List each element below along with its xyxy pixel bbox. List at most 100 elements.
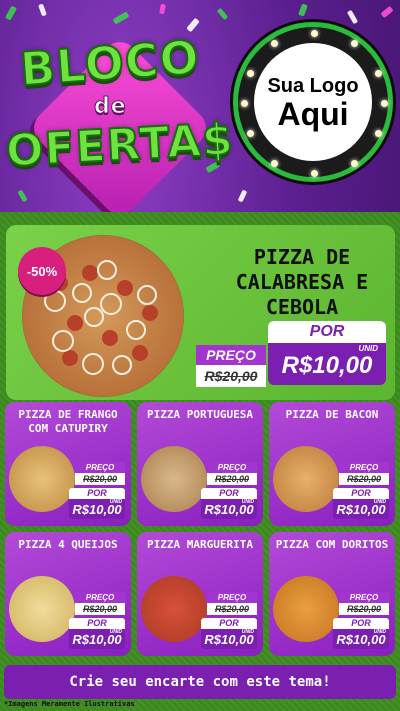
por-label: POR xyxy=(69,488,125,499)
title-block: BLOCO de OFERTA$ xyxy=(4,22,236,222)
old-price: R$20,00 xyxy=(75,473,125,485)
unid-label: UNID xyxy=(241,629,254,635)
bulb xyxy=(375,70,382,77)
flyer: BLOCO de OFERTA$ Sua Logo Aqui -50% PIZZ… xyxy=(0,0,400,711)
por-label: POR xyxy=(201,618,257,629)
discount-badge: -50% xyxy=(18,247,66,295)
logo-text-line-2: Aqui xyxy=(277,95,349,132)
pepperoni xyxy=(142,305,158,321)
onion-ring xyxy=(84,307,104,327)
title-line-1: BLOCO xyxy=(17,29,202,97)
bulb xyxy=(311,170,318,177)
preco-label: PREÇO xyxy=(339,462,389,473)
new-price: UNID R$10,00 xyxy=(333,629,389,649)
old-price-box: PREÇO R$20,00 xyxy=(207,592,257,615)
bulb xyxy=(247,130,254,137)
hero-old-price-box: PREÇO R$20,00 xyxy=(196,345,266,387)
unid-label: UNID xyxy=(109,499,122,505)
pizza-image xyxy=(141,446,207,512)
old-price: R$20,00 xyxy=(339,473,389,485)
pepperoni xyxy=(67,315,83,331)
old-price: R$20,00 xyxy=(339,603,389,615)
hero-product-name: PIZZA DE CALABRESA E CEBOLA xyxy=(235,245,369,319)
product-name: PIZZA DE FRANGO COM CATUPIRY xyxy=(18,408,118,435)
product-name: PIZZA DE BACON xyxy=(285,408,379,421)
pizza-image xyxy=(9,446,75,512)
new-price: UNID R$10,00 xyxy=(69,499,125,519)
unid-label: UNID xyxy=(358,344,378,353)
preco-label: PREÇO xyxy=(75,592,125,603)
new-price-box: POR UNID R$10,00 xyxy=(69,488,125,519)
unid-label: UNID xyxy=(373,499,386,505)
offers-panel: -50% PIZZA DE CALABRESA E CEBOLA PREÇO R… xyxy=(0,212,400,711)
product-card: PIZZA COM DORITOS PREÇO R$20,00 POR UNID… xyxy=(269,532,395,656)
product-card: PIZZA DE BACON PREÇO R$20,00 POR UNID R$… xyxy=(269,402,395,526)
new-price-box: POR UNID R$10,00 xyxy=(333,618,389,649)
disclaimer: *Imagens Meramente Ilustrativas xyxy=(4,700,135,708)
onion-ring xyxy=(112,355,132,375)
new-price: UNID R$10,00 xyxy=(201,499,257,519)
hero-offer: -50% PIZZA DE CALABRESA E CEBOLA PREÇO R… xyxy=(6,225,395,400)
pepperoni xyxy=(132,345,148,361)
onion-ring xyxy=(126,320,146,340)
bulb xyxy=(271,40,278,47)
por-label: POR xyxy=(333,618,389,629)
pizza-image xyxy=(273,576,339,642)
new-price: UNID R$10,00 xyxy=(333,499,389,519)
new-price: UNID R$10,00 xyxy=(201,629,257,649)
onion-ring xyxy=(97,260,117,280)
hero-new-price-box: POR UNID R$10,00 xyxy=(268,321,386,385)
preco-label: PREÇO xyxy=(75,462,125,473)
product-name: PIZZA 4 QUEIJOS xyxy=(18,538,118,551)
onion-ring xyxy=(100,293,122,315)
por-label: POR xyxy=(268,321,386,343)
product-card: PIZZA MARGUERITA PREÇO R$20,00 POR UNID … xyxy=(137,532,263,656)
new-price-box: POR UNID R$10,00 xyxy=(69,618,125,649)
title-line-2: de xyxy=(94,94,127,120)
old-price-box: PREÇO R$20,00 xyxy=(339,462,389,485)
preco-label: PREÇO xyxy=(339,592,389,603)
logo-text-line-1: Sua Logo xyxy=(267,74,359,97)
product-name: PIZZA MARGUERITA xyxy=(147,538,253,551)
product-card: PIZZA PORTUGUESA PREÇO R$20,00 POR UNID … xyxy=(137,402,263,526)
logo-inner: Sua Logo Aqui xyxy=(254,43,372,161)
onion-ring xyxy=(52,330,74,352)
preco-label: PREÇO xyxy=(207,462,257,473)
pizza-image xyxy=(273,446,339,512)
por-label: POR xyxy=(201,488,257,499)
header: BLOCO de OFERTA$ Sua Logo Aqui xyxy=(0,0,400,222)
new-price-box: POR UNID R$10,00 xyxy=(201,618,257,649)
pepperoni xyxy=(62,350,78,366)
por-label: POR xyxy=(69,618,125,629)
old-price: R$20,00 xyxy=(207,473,257,485)
bulb xyxy=(311,30,318,37)
preco-label: PREÇO xyxy=(196,345,266,365)
new-price-value: R$10,00 xyxy=(281,352,373,379)
onion-ring xyxy=(72,283,92,303)
pizza-image xyxy=(9,576,75,642)
old-price-box: PREÇO R$20,00 xyxy=(75,592,125,615)
old-price: R$20,00 xyxy=(196,365,266,387)
onion-ring xyxy=(82,353,104,375)
bulb xyxy=(271,160,278,167)
unid-label: UNID xyxy=(109,629,122,635)
bulb xyxy=(381,100,388,107)
title-line-3: OFERTA$ xyxy=(4,113,236,178)
old-price-box: PREÇO R$20,00 xyxy=(207,462,257,485)
cta-banner: Crie seu encarte com este tema! xyxy=(4,665,396,699)
unid-label: UNID xyxy=(241,499,254,505)
new-price: UNID R$10,00 xyxy=(268,343,386,385)
preco-label: PREÇO xyxy=(207,592,257,603)
bulb xyxy=(241,100,248,107)
pizza-image xyxy=(141,576,207,642)
old-price-box: PREÇO R$20,00 xyxy=(339,592,389,615)
new-price: UNID R$10,00 xyxy=(69,629,125,649)
product-card: PIZZA 4 QUEIJOS PREÇO R$20,00 POR UNID R… xyxy=(5,532,131,656)
new-price-box: POR UNID R$10,00 xyxy=(201,488,257,519)
old-price: R$20,00 xyxy=(207,603,257,615)
new-price-box: POR UNID R$10,00 xyxy=(333,488,389,519)
pepperoni xyxy=(102,330,118,346)
pepperoni xyxy=(82,265,98,281)
por-label: POR xyxy=(333,488,389,499)
bulb xyxy=(375,130,382,137)
